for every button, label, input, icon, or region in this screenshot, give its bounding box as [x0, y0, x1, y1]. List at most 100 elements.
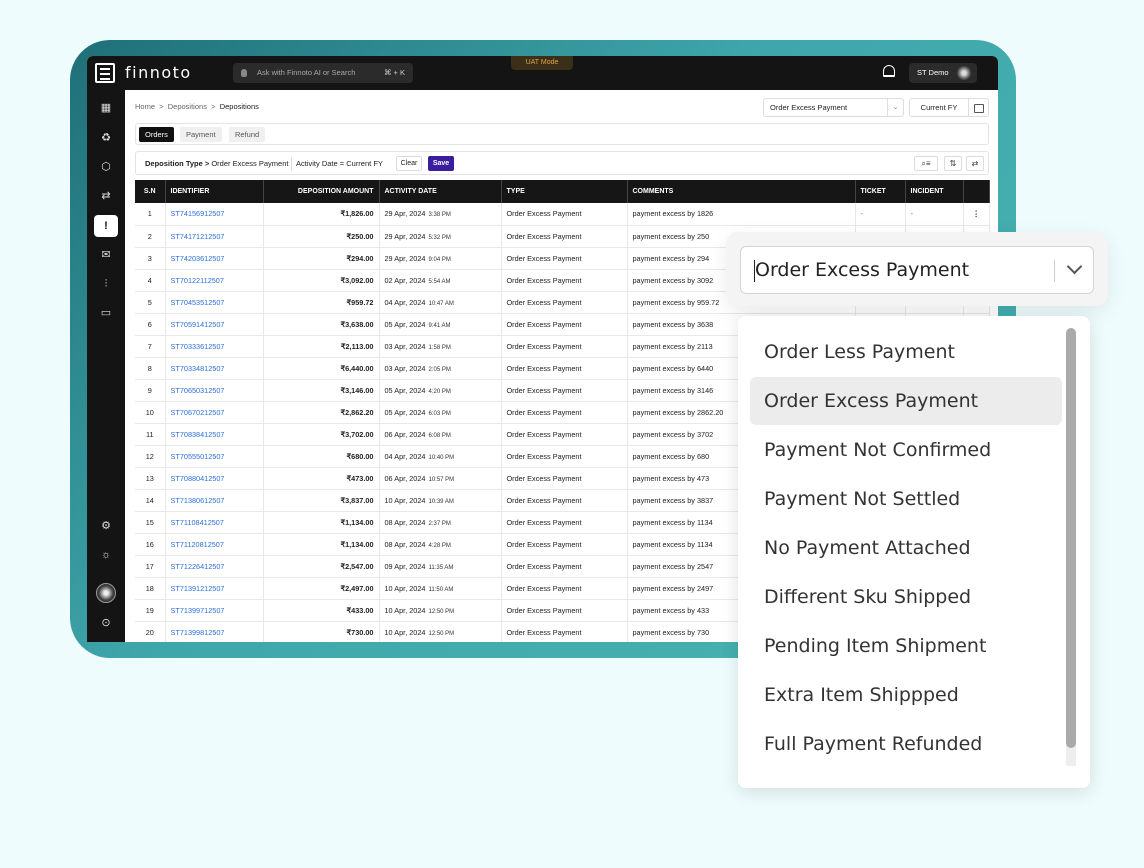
chevron-down-icon[interactable]: [1067, 261, 1081, 275]
tab-payment[interactable]: Payment: [180, 127, 222, 142]
cell-identifier-link[interactable]: ST70650312507: [165, 379, 264, 402]
col-identifier[interactable]: IDENTIFIER: [165, 180, 264, 203]
cell-identifier-link[interactable]: ST70122112507: [165, 269, 264, 292]
user-menu[interactable]: ST Demo: [909, 63, 977, 83]
cell-identifier-link[interactable]: ST70838412507: [165, 423, 264, 446]
cell-identifier-link[interactable]: ST70670212507: [165, 401, 264, 424]
bell-icon[interactable]: [883, 65, 895, 77]
col-amount[interactable]: DEPOSITION AMOUNT: [263, 180, 380, 203]
cell-identifier-link[interactable]: ST70453512507: [165, 291, 264, 314]
cell-type: Order Excess Payment: [501, 621, 628, 642]
cell-date: 10 Apr, 2024 10:39 AM: [379, 489, 502, 512]
calendar-icon[interactable]: [969, 98, 989, 117]
dropdown-option[interactable]: Extra Item Shippped: [750, 671, 1062, 719]
cell-identifier-link[interactable]: ST70555012507: [165, 445, 264, 468]
breadcrumb-sep: >: [211, 102, 216, 111]
type-dropdown-input[interactable]: Order Excess Payment: [740, 246, 1094, 294]
col-sn[interactable]: S.N: [135, 180, 166, 203]
dropdown-option[interactable]: Payment Not Confirmed: [750, 426, 1062, 474]
dropdown-option[interactable]: Full Payment Refunded: [750, 720, 1062, 768]
ai-search-bar[interactable]: Ask with Finnoto AI or Search ⌘ + K: [233, 63, 413, 83]
cell-date: 05 Apr, 2024 6:03 PM: [379, 401, 502, 424]
row-menu-icon[interactable]: ⋮: [963, 203, 990, 226]
box-icon[interactable]: ⬡: [99, 160, 113, 174]
dropdown-option[interactable]: Order Excess Payment: [750, 377, 1062, 425]
deposition-icon[interactable]: !: [94, 215, 118, 237]
time-value: 5:54 AM: [428, 278, 451, 285]
brand-name: finnoto: [125, 63, 192, 82]
dropdown-option[interactable]: Different Sku Shipped: [750, 573, 1062, 621]
cell-sn: 15: [135, 511, 166, 534]
sort-icon[interactable]: ⇅: [944, 156, 962, 171]
col-incident[interactable]: INCIDENT: [905, 180, 964, 203]
scrollbar-thumb[interactable]: [1066, 328, 1076, 748]
table-row[interactable]: 1 ST74156912507 ₹1,826.00 29 Apr, 2024 3:38 …: [135, 203, 990, 226]
col-comments[interactable]: COMMENTS: [627, 180, 856, 203]
cell-identifier-link[interactable]: ST70880412507: [165, 467, 264, 490]
settings-icon[interactable]: ⚙: [99, 519, 113, 533]
cell-sn: 14: [135, 489, 166, 512]
time-value: 6:03 PM: [428, 410, 451, 417]
cell-identifier-link[interactable]: ST74171212507: [165, 225, 264, 248]
time-value: 12:50 PM: [428, 630, 455, 637]
save-button[interactable]: Save: [428, 156, 454, 171]
cell-identifier-link[interactable]: ST71108412507: [165, 511, 264, 534]
cell-sn: 1: [135, 203, 166, 226]
recycle-icon[interactable]: ♻: [99, 131, 113, 145]
transfer-icon[interactable]: ⇄: [99, 189, 113, 203]
cell-identifier-link[interactable]: ST71399812507: [165, 621, 264, 642]
expand-icon[interactable]: ⊙: [99, 616, 113, 630]
cell-amount: ₹680.00: [263, 445, 380, 468]
dropdown-option[interactable]: Order Less Payment: [750, 328, 1062, 376]
cell-identifier-link[interactable]: ST71399712507: [165, 599, 264, 622]
time-value: 11:35 AM: [428, 564, 454, 571]
breadcrumb-home[interactable]: Home: [135, 102, 155, 111]
finnoto-logo[interactable]: [95, 63, 115, 83]
cell-date: 08 Apr, 2024 4:28 PM: [379, 533, 502, 556]
cell-identifier-link[interactable]: ST70591412507: [165, 313, 264, 336]
breadcrumb-depositions[interactable]: Depositions: [168, 102, 207, 111]
avatar[interactable]: [96, 583, 116, 603]
dropdown-option[interactable]: Pending Item Shipment: [750, 622, 1062, 670]
cell-identifier-link[interactable]: ST71380612507: [165, 489, 264, 512]
cell-incident[interactable]: -: [905, 203, 964, 226]
type-select[interactable]: Order Excess Payment ⌄: [763, 98, 904, 117]
time-value: 3:38 PM: [428, 212, 451, 219]
sliders-icon[interactable]: ⫶: [99, 277, 113, 291]
dropdown-option[interactable]: Payment Not Settled: [750, 475, 1062, 523]
sun-icon[interactable]: ☼: [99, 548, 113, 562]
microphone-icon: [241, 69, 247, 77]
dropdown-option[interactable]: No Payment Attached: [750, 524, 1062, 572]
search-filter-icon[interactable]: ⌕≡: [914, 156, 938, 171]
cell-identifier-link[interactable]: ST70333612507: [165, 335, 264, 358]
tab-orders[interactable]: Orders: [139, 127, 174, 142]
date-filter[interactable]: Activity Date = Current FY: [296, 159, 383, 168]
type-dropdown-value: Order Excess Payment: [755, 259, 970, 281]
date-value: 06 Apr, 2024: [384, 429, 426, 439]
cell-identifier-link[interactable]: ST74156912507: [165, 203, 264, 226]
cell-identifier-link[interactable]: ST71391212507: [165, 577, 264, 600]
date-value: 10 Apr, 2024: [384, 495, 426, 505]
fy-select[interactable]: Current FY: [909, 98, 969, 117]
cell-identifier-link[interactable]: ST70334812507: [165, 357, 264, 380]
mail-icon[interactable]: ✉: [99, 248, 113, 262]
col-date[interactable]: ACTIVITY DATE: [379, 180, 502, 203]
type-filter[interactable]: Deposition Type > Order Excess Payment: [145, 159, 288, 168]
cell-ticket[interactable]: -: [855, 203, 906, 226]
swap-icon[interactable]: ⇄: [966, 156, 984, 171]
table-header: S.N IDENTIFIER DEPOSITION AMOUNT ACTIVIT…: [135, 180, 990, 203]
cell-comment: payment excess by 1826: [627, 203, 856, 226]
col-ticket[interactable]: TICKET: [855, 180, 906, 203]
cell-identifier-link[interactable]: ST71120812507: [165, 533, 264, 556]
clear-button[interactable]: Clear: [396, 156, 422, 171]
cell-identifier-link[interactable]: ST74203612507: [165, 247, 264, 270]
breadcrumb-current: Depositions: [219, 102, 259, 111]
date-value: 08 Apr, 2024: [384, 517, 426, 527]
cell-type: Order Excess Payment: [501, 401, 628, 424]
cell-identifier-link[interactable]: ST71226412507: [165, 555, 264, 578]
tab-refund[interactable]: Refund: [229, 127, 266, 142]
dashboard-icon[interactable]: ▦: [99, 101, 113, 115]
col-type[interactable]: TYPE: [501, 180, 628, 203]
book-icon[interactable]: ▭: [99, 306, 113, 320]
time-value: 4:20 PM: [428, 388, 451, 395]
